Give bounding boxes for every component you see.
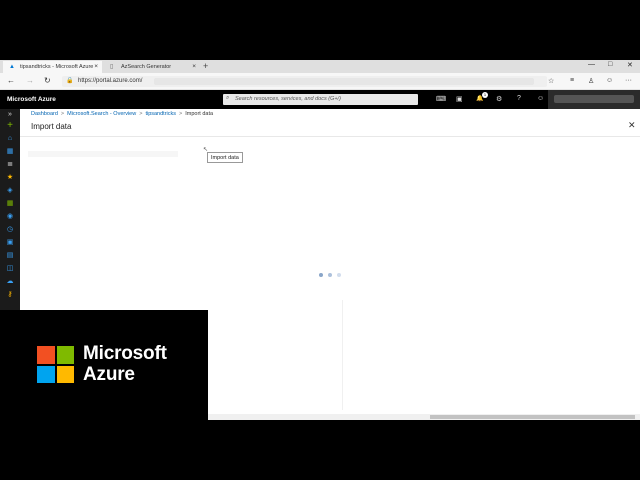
minimize-icon[interactable]: — — [588, 61, 595, 68]
lock-icon: 🔒 — [66, 78, 74, 84]
feedback-smile-icon[interactable]: ☺ — [537, 95, 544, 102]
url-blurred-region — [154, 78, 534, 85]
breadcrumb-dashboard[interactable]: Dashboard — [31, 111, 58, 117]
blade-divider — [20, 136, 640, 137]
tab-title: tipsandtricks - Microsoft Azure — [20, 64, 94, 70]
more-icon[interactable]: ··· — [625, 77, 632, 84]
sql-databases-icon[interactable]: ◫ — [5, 264, 15, 274]
all-services-icon[interactable]: ≣ — [5, 160, 15, 170]
url-input[interactable]: 🔒 https://portal.azure.com/ — [62, 76, 547, 87]
account-menu[interactable] — [548, 90, 640, 109]
logo-square-green — [56, 346, 74, 364]
search-icon: ⌕ — [226, 95, 230, 101]
loading-dot — [337, 273, 341, 277]
tab-bar: ▲ tipsandtricks - Microsoft Azure × ▯ Az… — [0, 60, 640, 73]
cloud-services-icon[interactable]: ☁ — [5, 277, 15, 287]
refresh-icon[interactable]: ↻ — [44, 76, 51, 85]
breadcrumb-separator: > — [60, 111, 65, 117]
portal-title[interactable]: Microsoft Azure — [7, 96, 56, 103]
favorite-star-icon[interactable]: ☆ — [548, 77, 554, 85]
new-tab-button[interactable]: + — [203, 60, 208, 72]
scrollbar-thumb[interactable] — [430, 415, 635, 419]
page-title: Import data — [31, 122, 72, 131]
faint-content-row — [28, 151, 178, 157]
blade-close-icon[interactable]: ✕ — [628, 120, 636, 131]
settings-icon[interactable]: ⚙ — [496, 95, 502, 103]
azure-top-bar: Microsoft Azure ⌕ Search resources, serv… — [0, 90, 640, 109]
logo-square-red — [37, 346, 55, 364]
close-icon[interactable]: × — [94, 63, 98, 70]
logo-square-yellow — [56, 365, 74, 383]
breadcrumb-separator: > — [179, 111, 183, 117]
loading-dot — [328, 273, 332, 277]
home-icon[interactable]: ⌂ — [5, 134, 15, 144]
back-icon[interactable]: ← — [7, 76, 15, 85]
logo-square-blue — [37, 365, 55, 383]
video-frame: ▲ tipsandtricks - Microsoft Azure × ▯ Az… — [0, 0, 640, 480]
clock-icon[interactable]: ◷ — [5, 225, 15, 235]
tab-azure-portal[interactable]: ▲ tipsandtricks - Microsoft Azure × — [3, 61, 102, 73]
search-placeholder: Search resources, services, and docs (G+… — [235, 96, 341, 102]
profile-icon[interactable]: ♙ — [588, 77, 594, 85]
tooltip: Import data — [207, 152, 243, 163]
window-close-icon[interactable]: ✕ — [627, 61, 633, 69]
directory-icon[interactable]: ▣ — [456, 95, 463, 103]
app-services-icon[interactable]: ◉ — [5, 212, 15, 222]
microsoft-logo-icon — [37, 346, 74, 383]
horizontal-scrollbar[interactable] — [208, 414, 640, 420]
dashboard-icon[interactable]: ▦ — [5, 147, 15, 157]
breadcrumb: Dashboard > Microsoft.Search - Overview > ti… — [31, 111, 213, 117]
create-resource-icon[interactable]: + — [5, 121, 15, 131]
page-icon: ▯ — [110, 64, 114, 70]
cloud-shell-icon[interactable]: ⌨ — [436, 95, 446, 103]
notification-count-badge: 1 — [482, 92, 488, 98]
breadcrumb-search-overview[interactable]: Microsoft.Search - Overview — [67, 111, 136, 117]
loading-dot — [319, 273, 323, 277]
virtual-machines-icon[interactable]: ▤ — [5, 251, 15, 261]
favorites-bar-icon[interactable]: ≡ — [570, 77, 574, 84]
breadcrumb-tipsandtricks[interactable]: tipsandtricks — [145, 111, 176, 117]
url-text: https://portal.azure.com/ — [78, 78, 143, 84]
maximize-icon[interactable]: □ — [608, 61, 612, 68]
expand-menu-icon[interactable]: » — [5, 110, 15, 120]
account-blurred-region — [554, 95, 634, 103]
global-search-input[interactable]: ⌕ Search resources, services, and docs (… — [223, 94, 418, 105]
address-bar: ← → ↻ 🔒 https://portal.azure.com/ ☆ ≡ ♙ … — [0, 73, 640, 90]
breadcrumb-current: Import data — [185, 111, 214, 117]
azure-icon: ▲ — [9, 64, 15, 70]
tab-title: AzSearch Generator — [121, 64, 172, 70]
forward-icon[interactable]: → — [26, 76, 34, 85]
close-icon[interactable]: × — [192, 63, 196, 70]
resource-groups-icon[interactable]: ▦ — [5, 199, 15, 209]
all-resources-icon[interactable]: ◈ — [5, 186, 15, 196]
favorites-icon[interactable]: ★ — [5, 173, 15, 183]
monitor-icon[interactable]: ▣ — [5, 238, 15, 248]
brand-text-microsoft: Microsoft — [83, 343, 167, 364]
brand-text-azure: Azure — [83, 364, 135, 385]
tab-azsearch-generator[interactable]: ▯ AzSearch Generator × — [104, 61, 200, 73]
feedback-icon[interactable]: ☺ — [606, 77, 613, 84]
key-vault-icon[interactable]: ⚷ — [5, 290, 15, 300]
breadcrumb-separator: > — [139, 111, 143, 117]
brand-overlay — [0, 310, 208, 480]
faint-divider — [342, 300, 343, 410]
help-icon[interactable]: ? — [517, 95, 521, 102]
